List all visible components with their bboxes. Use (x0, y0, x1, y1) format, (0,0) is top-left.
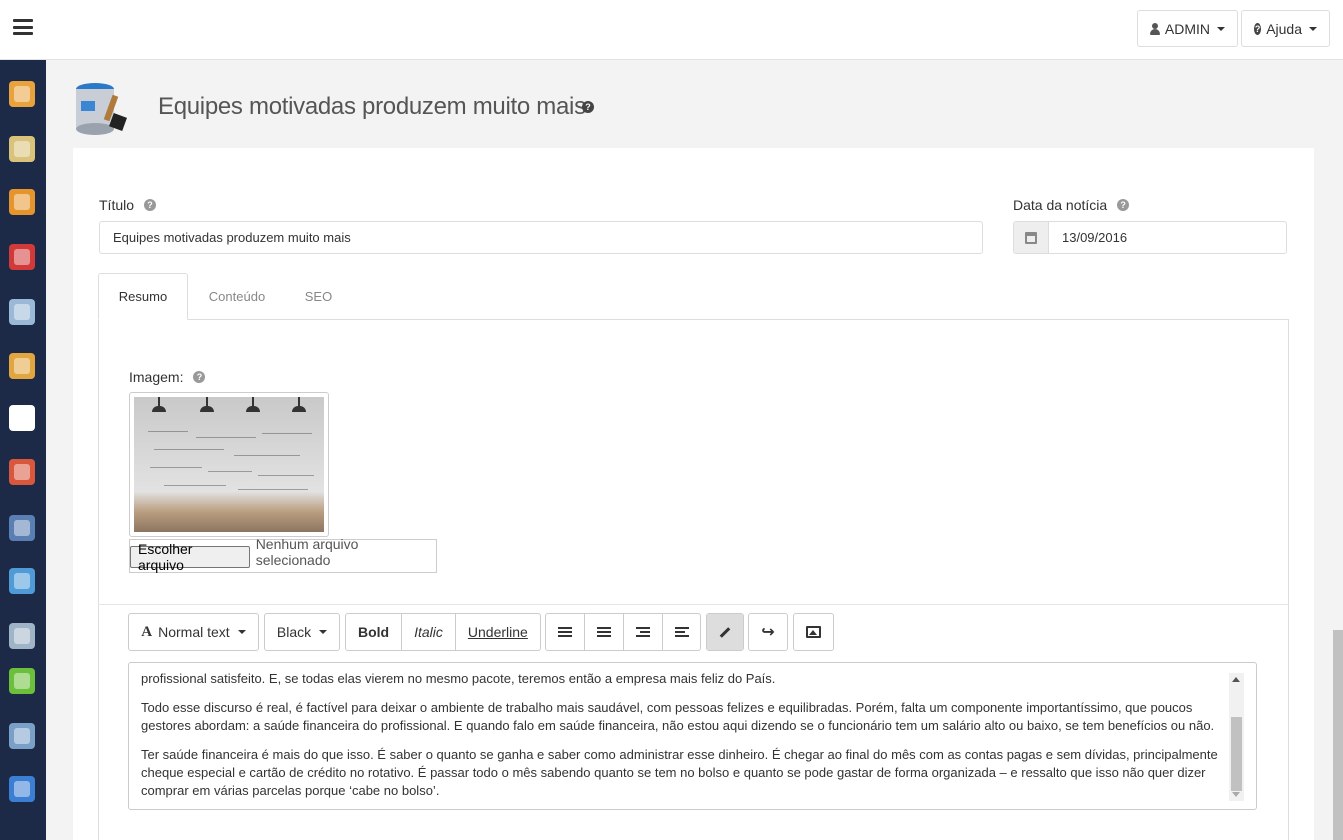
pencil-icon (719, 626, 731, 638)
document-icon[interactable] (9, 405, 35, 431)
question-circle-icon[interactable]: ? (144, 199, 157, 211)
indent-icon (675, 627, 689, 637)
question-circle-icon[interactable]: ? (1117, 199, 1130, 211)
ordered-list-button[interactable] (585, 614, 624, 650)
file-status-text: Nenhum arquivo selecionado (255, 536, 359, 568)
help-label: Ajuda (1266, 20, 1302, 37)
admin-label: ADMIN (1164, 20, 1210, 37)
scroll-thumb[interactable] (1231, 717, 1242, 791)
question-circle-icon[interactable]: ? (582, 101, 594, 113)
link-button-group: ↪ (748, 613, 788, 651)
user-icon (1150, 22, 1160, 35)
list-ul-icon (558, 627, 572, 637)
title-input[interactable]: Equipes motivadas produzem muito mais (99, 221, 983, 254)
truck-icon[interactable] (9, 353, 35, 379)
sidebar (0, 60, 46, 840)
date-label-group: Data da notícia ? (1013, 197, 1130, 213)
help-menu-button[interactable]: ? Ajuda (1241, 10, 1330, 47)
file-upload: Escolher arquivo Nenhum arquivo selecion… (129, 536, 437, 573)
insert-image-button[interactable] (794, 614, 833, 650)
date-value: 13/09/2016 (1062, 230, 1128, 245)
html-edit-button-group (706, 613, 744, 651)
top-navbar: ADMIN ? Ajuda (0, 0, 1343, 60)
scroll-up-arrow-icon[interactable] (1232, 677, 1240, 682)
font-size-dropdown[interactable]: A Normal text (128, 613, 259, 651)
hamburger-menu-icon[interactable] (13, 19, 33, 35)
editor-scrollbar[interactable] (1229, 673, 1244, 801)
text-style-group: Bold Italic Underline (345, 613, 541, 651)
editor-paragraph: profissional satisfeito. E, se todas ela… (141, 671, 776, 686)
list-ol-icon (597, 627, 611, 637)
discount-icon[interactable] (9, 244, 35, 270)
page-title: Equipes motivadas produzem muito mais (158, 93, 586, 120)
question-circle-icon: ? (1254, 22, 1262, 35)
list-align-group (545, 613, 701, 651)
admin-user-menu-button[interactable]: ADMIN (1137, 10, 1238, 47)
tab-conteudo[interactable]: Conteúdo (193, 273, 281, 320)
news-image-preview (129, 392, 329, 537)
color-label: Black (276, 624, 312, 640)
choose-file-button[interactable]: Escolher arquivo (130, 541, 250, 573)
database-icon[interactable] (9, 623, 35, 649)
settings-icon[interactable] (9, 723, 35, 749)
date-input[interactable]: 13/09/2016 (1013, 221, 1287, 254)
underline-button[interactable]: Underline (456, 614, 540, 650)
title-label-group: Título ? (99, 197, 157, 213)
caret-down-icon (319, 630, 328, 634)
scroll-down-arrow-icon[interactable] (1232, 792, 1240, 797)
outdent-icon (636, 627, 650, 637)
date-label: Data da notícia (1013, 197, 1108, 213)
toolbar-divider (98, 604, 1289, 605)
tab-seo[interactable]: SEO (291, 273, 346, 320)
card-icon[interactable] (9, 299, 35, 325)
news-edit-panel: Título ? Equipes motivadas produzem muit… (73, 148, 1314, 840)
italic-button[interactable]: Italic (402, 614, 456, 650)
users-icon[interactable] (9, 459, 35, 485)
picture-icon (806, 626, 821, 638)
person-icon[interactable] (9, 515, 35, 541)
help-icon[interactable] (9, 776, 35, 802)
page-scrollbar-thumb[interactable] (1333, 630, 1343, 840)
summary-editor[interactable]: profissional satisfeito. E, se todas ela… (128, 662, 1257, 810)
calendar-icon (1025, 231, 1037, 244)
question-circle-icon[interactable]: ? (193, 371, 206, 383)
outdent-button[interactable] (624, 614, 663, 650)
title-label: Título (99, 197, 135, 213)
share-arrow-icon: ↪ (761, 624, 775, 641)
html-edit-button[interactable] (707, 614, 743, 650)
insert-image-button-group (793, 613, 834, 651)
products-icon[interactable] (9, 136, 35, 162)
image-label: Imagem: (129, 369, 184, 385)
editor-paragraph: Todo esse discurso é real, é factível pa… (141, 700, 1215, 733)
color-dropdown[interactable]: Black (264, 613, 340, 651)
chart-icon[interactable] (9, 668, 35, 694)
image-icon[interactable] (9, 568, 35, 594)
caret-down-icon (237, 630, 246, 634)
link-button[interactable]: ↪ (749, 614, 787, 650)
indent-button[interactable] (663, 614, 701, 650)
editor-paragraph: Ter saúde financeira é mais do que isso.… (141, 747, 1218, 798)
font-size-label: Normal text (158, 624, 230, 640)
calendar-addon[interactable] (1014, 222, 1049, 253)
unordered-list-button[interactable] (546, 614, 585, 650)
editor-content[interactable]: profissional satisfeito. E, se todas ela… (141, 670, 1221, 809)
package-icon[interactable] (9, 189, 35, 215)
font-icon: A (141, 623, 153, 640)
caret-down-icon (1217, 26, 1225, 31)
box-icon[interactable] (9, 81, 35, 107)
image-label-group: Imagem: ? (129, 369, 206, 385)
tab-resumo[interactable]: Resumo (98, 273, 188, 320)
bold-button[interactable]: Bold (346, 614, 403, 650)
caret-down-icon (1309, 26, 1317, 31)
paint-bucket-logo-icon (76, 83, 127, 135)
